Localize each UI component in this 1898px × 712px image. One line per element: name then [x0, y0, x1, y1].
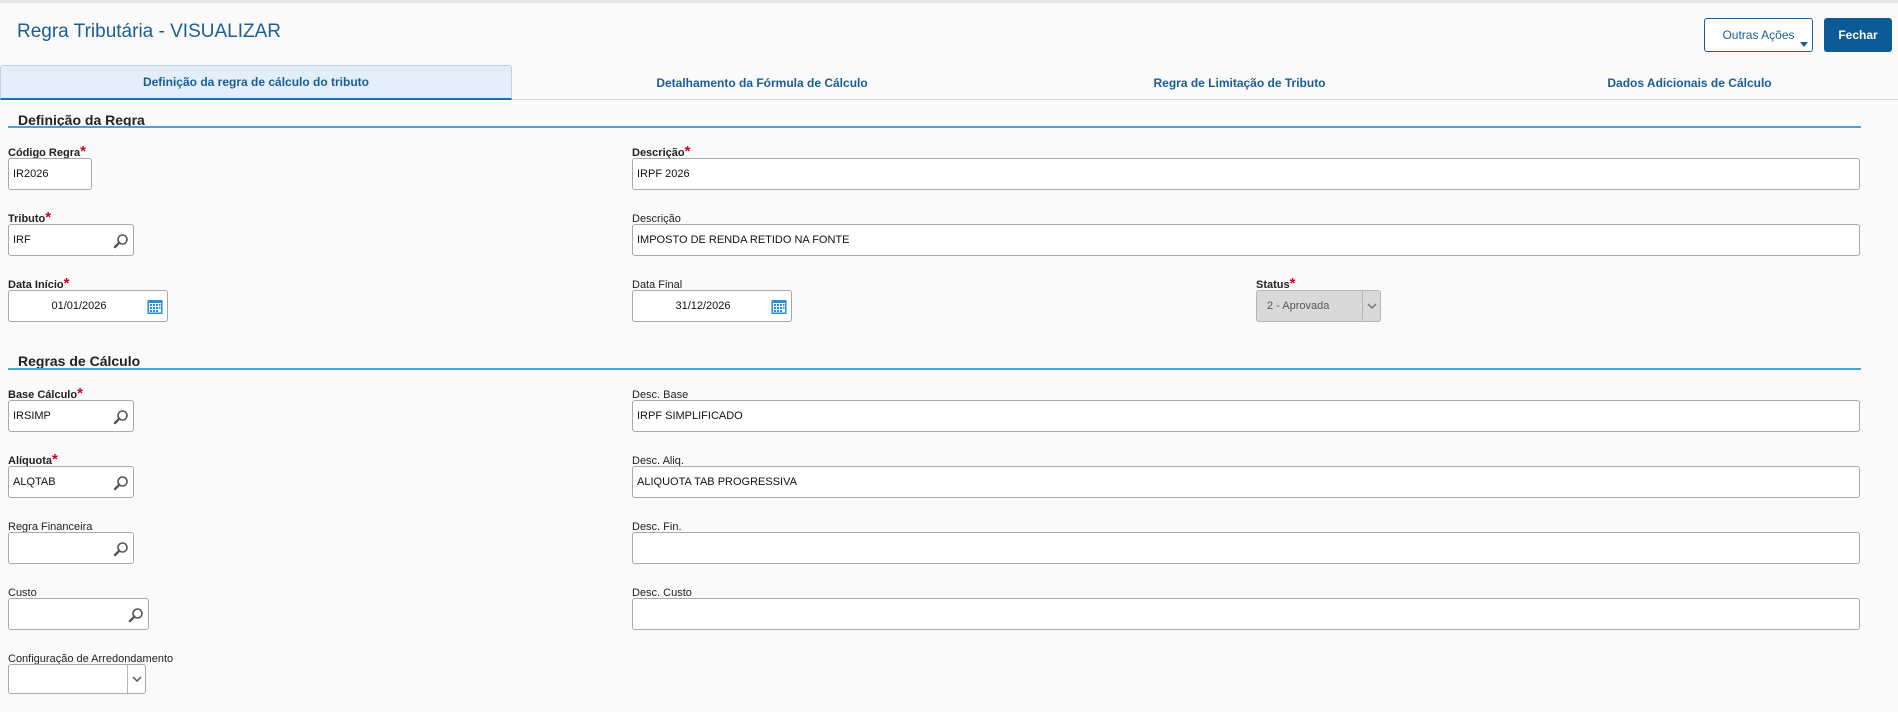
- regra-financeira-field[interactable]: [8, 532, 134, 564]
- descricao-field[interactable]: IRPF 2026: [632, 158, 1860, 190]
- status-value: 2 - Aprovada: [1267, 300, 1330, 312]
- tab-dados-adicionais[interactable]: Dados Adicionais de Cálculo: [1467, 65, 1898, 100]
- magnifier-icon[interactable]: [113, 233, 129, 252]
- calendar-icon[interactable]: [147, 299, 163, 318]
- tab-definicao-regra[interactable]: Definição da regra de cálculo do tributo: [0, 65, 512, 100]
- desc-aliq-field[interactable]: ALIQUOTA TAB PROGRESSIVA: [632, 466, 1860, 498]
- section-title-calculo: Regras de Cálculo: [18, 353, 141, 369]
- tab-bar: Definição da regra de cálculo do tributo…: [0, 65, 1898, 100]
- fechar-button[interactable]: Fechar: [1824, 18, 1892, 52]
- tab-detalhamento-formula[interactable]: Detalhamento da Fórmula de Cálculo: [512, 65, 1012, 100]
- base-calculo-value: IRSIMP: [13, 410, 51, 422]
- desc-base-value: IRPF SIMPLIFICADO: [637, 410, 743, 422]
- section-divider: [8, 368, 1861, 370]
- section-divider: [8, 126, 1861, 128]
- tributo-value: IRF: [13, 234, 31, 246]
- tributo-field[interactable]: IRF: [8, 224, 134, 256]
- data-inicio-field[interactable]: 01/01/2026: [8, 290, 168, 322]
- data-final-field[interactable]: 31/12/2026: [632, 290, 792, 322]
- data-inicio-value: 01/01/2026: [51, 300, 107, 312]
- chevron-down-icon[interactable]: [127, 665, 145, 693]
- codigo-regra-value: IR2026: [13, 168, 49, 180]
- status-select: 2 - Aprovada: [1256, 290, 1381, 322]
- config-arredondamento-select[interactable]: [8, 664, 146, 694]
- magnifier-icon[interactable]: [113, 409, 129, 428]
- calendar-icon[interactable]: [771, 299, 787, 318]
- base-calculo-field[interactable]: IRSIMP: [8, 400, 134, 432]
- custo-field[interactable]: [8, 598, 149, 630]
- outras-acoes-label: Outras Ações: [1722, 28, 1795, 42]
- desc-custo-field[interactable]: [632, 598, 1860, 630]
- top-border: [0, 0, 1898, 3]
- aliquota-value: ALQTAB: [13, 476, 56, 488]
- desc-fin-field[interactable]: [632, 532, 1860, 564]
- desc-aliq-value: ALIQUOTA TAB PROGRESSIVA: [637, 476, 797, 488]
- magnifier-icon[interactable]: [128, 607, 144, 626]
- magnifier-icon[interactable]: [113, 475, 129, 494]
- data-final-value: 31/12/2026: [675, 300, 731, 312]
- page-title: Regra Tributária - VISUALIZAR: [17, 21, 281, 42]
- descricao-tributo-value: IMPOSTO DE RENDA RETIDO NA FONTE: [637, 234, 850, 246]
- descricao-value: IRPF 2026: [637, 168, 690, 180]
- magnifier-icon[interactable]: [113, 541, 129, 560]
- chevron-down-icon: [1362, 291, 1380, 321]
- tab-regra-limitacao[interactable]: Regra de Limitação de Tributo: [1012, 65, 1467, 100]
- aliquota-field[interactable]: ALQTAB: [8, 466, 134, 498]
- caret-down-icon: [1800, 42, 1808, 47]
- codigo-regra-field[interactable]: IR2026: [8, 158, 92, 190]
- outras-acoes-button[interactable]: Outras Ações: [1704, 18, 1813, 52]
- desc-base-field[interactable]: IRPF SIMPLIFICADO: [632, 400, 1860, 432]
- descricao-tributo-field[interactable]: IMPOSTO DE RENDA RETIDO NA FONTE: [632, 224, 1860, 256]
